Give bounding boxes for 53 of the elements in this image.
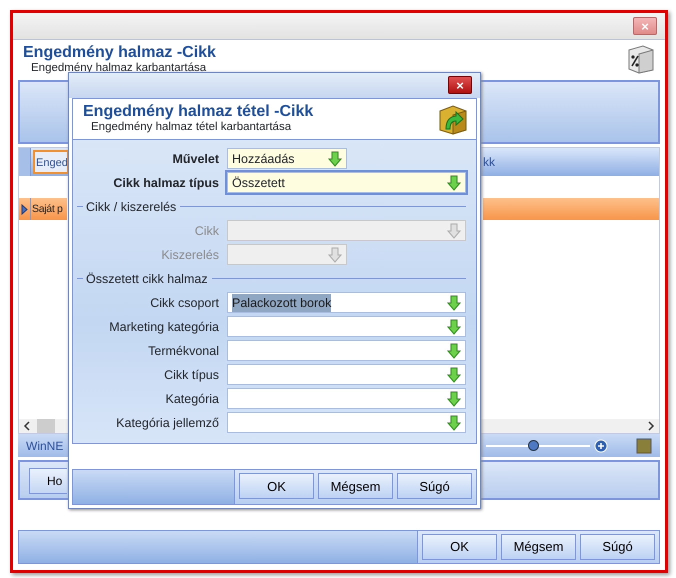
dialog-button[interactable]: Mégsem [318,473,393,500]
zoom-slider[interactable] [486,440,590,452]
dropdown-field[interactable] [227,388,466,410]
dropdown-field[interactable] [227,364,466,386]
dialog-button[interactable]: Súgó [580,534,655,560]
field-label: Kategória jellemző [115,414,220,432]
discount-box-icon [627,44,655,74]
field-label: Cikk típus [163,366,220,384]
scroll-thumb[interactable] [37,419,55,433]
field-label: Marketing kategória [108,318,220,336]
window-subtitle: Engedmény halmaz karbantartása [30,62,208,75]
field-label: Kategória [164,390,220,408]
dropdown-field[interactable]: Összetett [227,172,466,194]
window-title: Engedmény halmaz -Cikk [23,44,216,62]
dropdown-arrow-icon[interactable] [447,174,461,191]
dropdown-arrow-icon[interactable] [447,390,461,407]
section-heading: Cikk / kiszerelés [86,198,176,216]
table-row[interactable]: Saját p [19,198,67,220]
box-icon [438,102,468,135]
dialog-button[interactable]: Súgó [397,473,472,500]
scroll-right-icon[interactable] [647,421,655,431]
dropdown-arrow-icon[interactable] [447,342,461,359]
dialog-subtitle: Engedmény halmaz tétel karbantartása [90,120,292,134]
dropdown-arrow-icon[interactable] [328,150,342,167]
section-heading: Összetett cikk halmaz [86,270,208,288]
field-label: Termékvonal [147,342,220,360]
dialog-button[interactable]: OK [239,473,314,500]
field-label: Kiszerelés [160,246,220,264]
dropdown-field[interactable] [227,412,466,434]
dialog-button[interactable]: Mégsem [501,534,576,560]
dialog-button[interactable]: OK [422,534,497,560]
field-label: Művelet [171,150,220,168]
scroll-left-icon[interactable] [23,421,31,431]
dropdown-field[interactable]: Hozzáadás [227,148,347,170]
dropdown-field[interactable] [227,316,466,338]
dropdown-arrow-icon[interactable] [447,414,461,431]
status-text: WinNE [26,438,64,454]
zoom-in-icon[interactable] [594,438,608,452]
column-header[interactable]: Enged [33,150,69,174]
square-icon[interactable] [636,438,652,454]
header-corner [19,148,31,176]
panel-button[interactable]: Ho [29,468,67,494]
column-header[interactable]: kk [483,148,659,176]
close-button[interactable]: × [448,76,472,94]
dialog-title: Engedmény halmaz tétel -Cikk [83,102,314,121]
field-label: Cikk [194,222,220,240]
dropdown-field[interactable] [227,340,466,362]
dropdown-arrow-icon[interactable] [447,318,461,335]
field-label: Cikk csoport [149,294,220,312]
dropdown-arrow-icon[interactable] [447,366,461,383]
field-label: Cikk halmaz típus [112,174,220,192]
dropdown-arrow-icon[interactable] [447,294,461,311]
row-pointer-icon [21,204,28,214]
